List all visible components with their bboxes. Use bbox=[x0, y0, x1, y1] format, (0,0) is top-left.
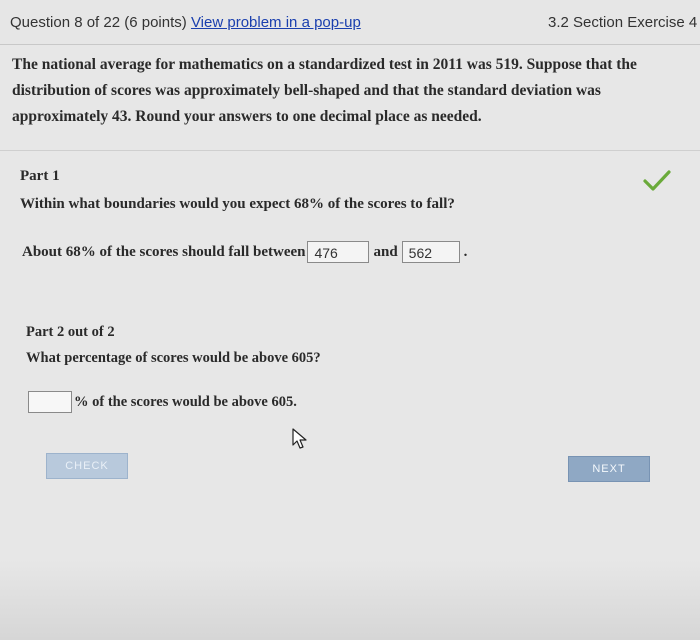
question-number-label: Question 8 of 22 (6 points) bbox=[10, 14, 187, 31]
next-button[interactable]: NEXT bbox=[568, 456, 650, 482]
question-header: Question 8 of 22 (6 points) View problem… bbox=[0, 0, 700, 44]
question-info: Question 8 of 22 (6 points) View problem… bbox=[10, 14, 361, 31]
and-label: and bbox=[373, 243, 398, 260]
part1-answer-prefix: About 68% of the scores should fall betw… bbox=[22, 243, 306, 260]
statement-divider bbox=[0, 150, 700, 151]
part1-title: Part 1 bbox=[20, 168, 60, 184]
check-button[interactable]: CHECK bbox=[46, 453, 128, 479]
header-divider bbox=[0, 44, 700, 45]
problem-statement: The national average for mathematics on … bbox=[12, 56, 637, 125]
part1-question: Within what boundaries would you expect … bbox=[20, 196, 455, 212]
section-title: 3.2 Section Exercise 4 bbox=[548, 14, 698, 31]
part2-title: Part 2 out of 2 bbox=[26, 324, 115, 340]
upper-bound-field[interactable]: 562 bbox=[401, 241, 460, 263]
percentage-input[interactable] bbox=[28, 391, 72, 413]
part2-answer-row: % of the scores would be above 605. bbox=[28, 389, 297, 415]
part1-period: . bbox=[463, 243, 468, 260]
part2-question: What percentage of scores would be above… bbox=[26, 350, 321, 366]
checkmark-icon bbox=[643, 170, 671, 191]
mouse-cursor-icon bbox=[292, 428, 307, 449]
part2-answer-suffix: % of the scores would be above 605. bbox=[74, 393, 297, 410]
view-popup-link[interactable]: View problem in a pop-up bbox=[191, 14, 361, 31]
part1-answer-row: About 68% of the scores should fall betw… bbox=[22, 238, 467, 266]
lower-bound-field[interactable]: 476 bbox=[307, 241, 370, 263]
page-footer-area bbox=[0, 560, 700, 640]
